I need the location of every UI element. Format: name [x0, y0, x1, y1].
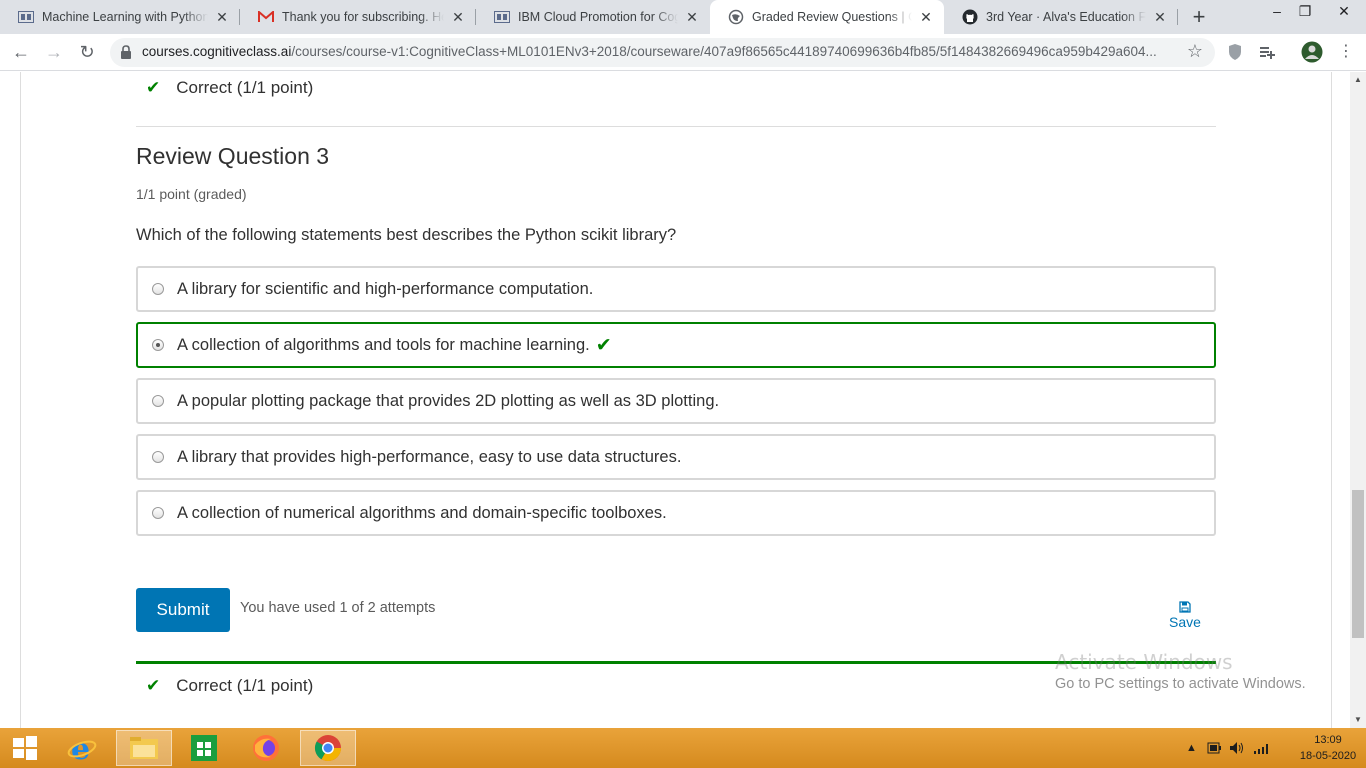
clock-time: 13:09 [1314, 734, 1342, 746]
tab-title: Thank you for subscribing. Here [282, 10, 444, 24]
submit-button[interactable]: Submit [136, 588, 230, 632]
question-points: 1/1 point (graded) [136, 186, 247, 202]
tab-strip: Machine Learning with Python ✕ Thank you… [0, 0, 1366, 34]
answer-label: A library that provides high-performance… [177, 447, 682, 466]
tab-title: 3rd Year · Alva's Education Foun [986, 10, 1146, 24]
globe-icon [728, 9, 744, 25]
browser-tab-3[interactable]: IBM Cloud Promotion for Cogni ✕ [476, 0, 710, 34]
scrollbar-thumb[interactable] [1352, 490, 1364, 638]
close-tab-icon[interactable]: ✕ [1152, 9, 1168, 25]
question-prompt: Which of the following statements best d… [136, 226, 677, 244]
checkmark-icon: ✔ [146, 676, 161, 695]
firefox-icon[interactable] [238, 730, 294, 766]
scroll-down-arrow-icon[interactable]: ▼ [1350, 712, 1366, 728]
activation-watermark-title: Activate Windows [1055, 650, 1233, 674]
playlist-add-icon[interactable] [1257, 42, 1277, 62]
browser-tab-1[interactable]: Machine Learning with Python ✕ [0, 0, 240, 34]
chrome-icon[interactable] [300, 730, 356, 766]
floppy-disk-icon [1179, 600, 1191, 613]
close-window-icon[interactable]: ✕ [1326, 0, 1362, 34]
battery-icon[interactable] [1207, 728, 1223, 768]
back-arrow-icon[interactable]: ← [9, 40, 33, 64]
radio-button[interactable] [152, 451, 164, 463]
close-tab-icon[interactable]: ✕ [450, 9, 466, 25]
tab-separator [1177, 9, 1178, 25]
forward-arrow-icon[interactable]: → [42, 40, 66, 64]
windows-taskbar: e ▲ 13:09 18-05-2020 [0, 728, 1366, 768]
save-button[interactable]: Save [1165, 600, 1205, 630]
answer-option-1[interactable]: A library for scientific and high-perfor… [136, 266, 1216, 312]
checkmark-icon: ✔ [146, 78, 161, 97]
question-title: Review Question 3 [136, 143, 330, 169]
previous-result-text: Correct (1/1 point) [176, 78, 314, 97]
tab-title: Graded Review Questions | Grac [752, 10, 912, 24]
previous-result: ✔ Correct (1/1 point) [146, 78, 313, 98]
gmail-icon [258, 9, 274, 25]
internet-explorer-icon[interactable]: e [54, 730, 110, 766]
radio-button[interactable] [152, 507, 164, 519]
lock-icon [120, 45, 132, 59]
minimize-icon[interactable]: – [1262, 0, 1292, 34]
tab-title: Machine Learning with Python [42, 10, 208, 24]
file-explorer-icon[interactable] [116, 730, 172, 766]
clock-date: 18-05-2020 [1299, 750, 1357, 762]
answer-option-5[interactable]: A collection of numerical algorithms and… [136, 490, 1216, 536]
page-scrollbar[interactable]: ▲ ▼ [1350, 72, 1366, 728]
save-label: Save [1169, 614, 1201, 630]
answer-option-3[interactable]: A popular plotting package that provides… [136, 378, 1216, 424]
answer-option-4[interactable]: A library that provides high-performance… [136, 434, 1216, 480]
cognitive-class-icon [18, 9, 34, 25]
github-icon [962, 9, 978, 25]
system-clock[interactable]: 13:09 18-05-2020 [1296, 732, 1360, 764]
address-bar[interactable]: courses.cognitiveclass.ai/courses/course… [110, 38, 1215, 67]
answer-option-2[interactable]: A collection of algorithms and tools for… [136, 322, 1216, 368]
activation-watermark-text: Go to PC settings to activate Windows. [1055, 676, 1306, 692]
attempts-text: You have used 1 of 2 attempts [240, 600, 436, 616]
restore-icon[interactable]: ❐ [1290, 0, 1320, 34]
result-divider [136, 661, 1216, 664]
browser-menu-icon[interactable]: ⋮ [1334, 40, 1358, 64]
svg-text:e: e [71, 733, 90, 763]
scroll-up-arrow-icon[interactable]: ▲ [1350, 72, 1366, 88]
url-path: /courses/course-v1:CognitiveClass+ML0101… [291, 44, 1157, 59]
content-left-border [20, 72, 21, 728]
answer-label: A library for scientific and high-perfor… [177, 279, 594, 298]
radio-button[interactable] [152, 283, 164, 295]
divider [136, 126, 1216, 127]
network-signal-icon[interactable] [1253, 728, 1271, 768]
answer-label: A collection of numerical algorithms and… [177, 503, 667, 522]
browser-toolbar: ← → ↻ courses.cognitiveclass.ai/courses/… [0, 34, 1366, 71]
course-page: ✔ Correct (1/1 point) Review Question 3 … [0, 72, 1350, 728]
question-result-text: Correct (1/1 point) [176, 676, 314, 695]
shield-extension-icon[interactable] [1225, 42, 1245, 62]
url-text[interactable]: courses.cognitiveclass.ai/courses/course… [142, 44, 1172, 59]
new-tab-plus-icon[interactable]: + [1187, 6, 1211, 30]
answer-label: A collection of algorithms and tools for… [177, 335, 590, 354]
windows-start-icon[interactable] [0, 730, 50, 766]
radio-button[interactable] [152, 395, 164, 407]
browser-tab-4[interactable]: Graded Review Questions | Grac ✕ [710, 0, 944, 34]
profile-avatar[interactable] [1301, 41, 1323, 63]
close-tab-icon[interactable]: ✕ [214, 9, 230, 25]
content-right-border [1331, 72, 1332, 728]
answer-label: A popular plotting package that provides… [177, 391, 720, 410]
volume-icon[interactable] [1229, 728, 1245, 768]
question-result: ✔ Correct (1/1 point) [146, 676, 313, 696]
tray-overflow-icon[interactable]: ▲ [1186, 728, 1197, 768]
tab-title: IBM Cloud Promotion for Cogni [518, 10, 678, 24]
radio-button-selected[interactable] [152, 339, 164, 351]
microsoft-store-icon[interactable] [176, 730, 232, 766]
close-tab-icon[interactable]: ✕ [684, 9, 700, 25]
url-host: courses.cognitiveclass.ai [142, 44, 292, 59]
reload-icon[interactable]: ↻ [75, 40, 99, 64]
browser-tab-2[interactable]: Thank you for subscribing. Here ✕ [240, 0, 476, 34]
browser-tab-5[interactable]: 3rd Year · Alva's Education Foun ✕ [944, 0, 1178, 34]
cognitive-class-icon [494, 9, 510, 25]
close-tab-icon[interactable]: ✕ [918, 9, 934, 25]
correct-checkmark-icon: ✔ [595, 334, 612, 356]
bookmark-star-icon[interactable]: ☆ [1187, 41, 1203, 62]
